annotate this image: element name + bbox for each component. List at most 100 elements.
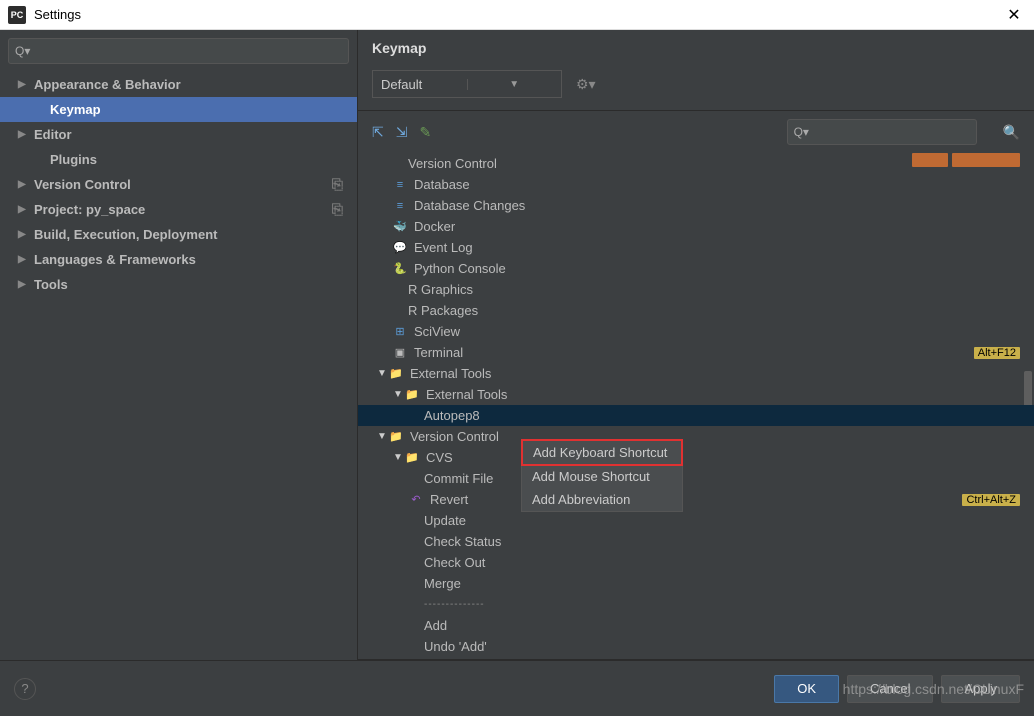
node-icon: ≡ xyxy=(392,198,408,214)
tree-node[interactable]: ↶ Revert Ctrl+Alt+Z xyxy=(358,489,1034,510)
node-label: Update xyxy=(424,513,466,528)
collapse-icon[interactable]: ⇲ xyxy=(396,124,408,141)
tree-node[interactable]: ▼📁Version Control xyxy=(358,426,1034,447)
sidebar-search[interactable]: Q▾ xyxy=(8,38,349,64)
close-icon[interactable]: ✕ xyxy=(1002,5,1026,25)
tree-node[interactable]: 🐍 Python Console xyxy=(358,258,1034,279)
main: Keymap Default ▼ ⚙▾ ⇱ ⇲ ✎ Q▾ 🔍 Version C… xyxy=(358,30,1034,660)
node-icon: 🐍 xyxy=(392,261,408,277)
tree-node[interactable]: ≡ Database xyxy=(358,174,1034,195)
node-label: R Packages xyxy=(408,303,478,318)
sidebar-item-label: Project: py_space xyxy=(34,202,332,217)
sidebar-item[interactable]: ▶ Editor xyxy=(0,122,357,147)
tree-node[interactable]: ▼📁CVS xyxy=(358,447,1034,468)
context-menu-item[interactable]: Add Keyboard Shortcut xyxy=(521,439,683,466)
node-label: -------------- xyxy=(424,599,485,610)
tree-node[interactable]: Undo 'Add' xyxy=(358,636,1034,657)
scheme-dropdown[interactable]: Default ▼ xyxy=(372,70,562,98)
node-label: Check Status xyxy=(424,534,501,549)
nav: ▶Appearance & Behavior Keymap ▶ Editor Plugi… xyxy=(0,72,357,660)
tree-node[interactable]: Check Status xyxy=(358,531,1034,552)
context-menu: Add Keyboard ShortcutAdd Mouse ShortcutA… xyxy=(521,439,683,512)
tree-node[interactable]: Commit File xyxy=(358,468,1034,489)
tree-node[interactable]: ▣TerminalAlt+F12 xyxy=(358,342,1034,363)
scope-icon: ⎘ xyxy=(332,176,343,193)
sidebar-item-label: Keymap xyxy=(50,102,349,117)
help-button[interactable]: ? xyxy=(14,678,36,700)
node-label: Docker xyxy=(414,219,455,234)
tree-node[interactable]: -------------- xyxy=(358,594,1034,615)
node-label: Terminal xyxy=(414,345,463,360)
sidebar-item[interactable]: ▶Tools xyxy=(0,272,357,297)
node-icon: ≡ xyxy=(392,177,408,193)
sidebar-item[interactable]: Keymap xyxy=(0,97,357,122)
window-title: Settings xyxy=(34,7,1002,22)
node-label: Version Control xyxy=(408,156,497,171)
node-label: Database Changes xyxy=(414,198,525,213)
node-label: External Tools xyxy=(410,366,491,381)
tree-node[interactable]: R Packages xyxy=(358,300,1034,321)
context-menu-item[interactable]: Add Mouse Shortcut xyxy=(522,465,682,488)
tree-node[interactable]: Version Control xyxy=(358,153,1034,174)
page-title: Keymap xyxy=(358,30,1034,64)
node-label: Autopep8 xyxy=(424,408,480,423)
expand-icon[interactable]: ⇱ xyxy=(372,124,384,141)
node-label: CVS xyxy=(426,450,453,465)
sidebar-item[interactable]: ▶ Project: py_space⎘ xyxy=(0,197,357,222)
node-label: Database xyxy=(414,177,470,192)
node-icon: 💬 xyxy=(392,240,408,256)
tree-node[interactable]: Merge xyxy=(358,573,1034,594)
gear-icon[interactable]: ⚙▾ xyxy=(576,76,596,93)
edit-icon[interactable]: ✎ xyxy=(419,124,431,141)
node-label: External Tools xyxy=(426,387,507,402)
content: Q▾ ▶Appearance & BehaviorKeymap▶EditorPl… xyxy=(0,30,1034,660)
tree-node[interactable]: 🐳Docker xyxy=(358,216,1034,237)
node-label: Commit File xyxy=(424,471,493,486)
node-icon: 📁 xyxy=(388,429,404,445)
sidebar-item-label: Editor xyxy=(34,127,349,142)
sidebar-item[interactable]: ▶Version Control⎘ xyxy=(0,172,357,197)
find-shortcut-icon[interactable]: 🔍 xyxy=(1003,124,1020,141)
node-label: Undo 'Add' xyxy=(424,639,487,654)
action-search[interactable]: Q▾ xyxy=(787,119,977,145)
node-label: Add xyxy=(424,618,447,633)
sidebar-item[interactable]: ▶Languages & Frameworks xyxy=(0,247,357,272)
arrow-icon: ▶ xyxy=(18,129,30,140)
ok-button[interactable]: OK xyxy=(774,675,839,703)
sidebar-item[interactable]: ▶Appearance & Behavior xyxy=(0,72,357,97)
node-label: SciView xyxy=(414,324,460,339)
sidebar-item-label: Plugins xyxy=(50,152,349,167)
node-label: R Graphics xyxy=(408,282,473,297)
arrow-icon: ▼ xyxy=(376,431,388,442)
tree-node[interactable]: ▼📁 External Tools xyxy=(358,363,1034,384)
sidebar: Q▾ ▶Appearance & Behavior Keymap ▶ Editor Pl… xyxy=(0,30,358,660)
tree-node[interactable]: R Graphics xyxy=(358,279,1034,300)
node-label: Python Console xyxy=(414,261,506,276)
scope-icon: ⎘ xyxy=(332,201,343,218)
action-search-input[interactable] xyxy=(809,125,970,139)
tree-node[interactable]: Autopep8 xyxy=(358,405,1034,426)
tree-node[interactable]: Add xyxy=(358,615,1034,636)
context-menu-item[interactable]: Add Abbreviation xyxy=(522,488,682,511)
tree-node[interactable]: 💬Event Log xyxy=(358,237,1034,258)
search-icon: Q▾ xyxy=(15,44,30,58)
sidebar-search-input[interactable] xyxy=(32,44,342,58)
arrow-icon: ▶ xyxy=(18,204,30,215)
node-icon: 📁 xyxy=(404,450,420,466)
scheme-value: Default xyxy=(373,77,467,92)
tree-node[interactable]: Update xyxy=(358,510,1034,531)
shortcut-badge: Ctrl+Alt+Z xyxy=(962,494,1020,506)
node-icon: 📁 xyxy=(388,366,404,382)
tree-node[interactable]: ≡ Database Changes xyxy=(358,195,1034,216)
sidebar-item[interactable]: ▶Build, Execution, Deployment xyxy=(0,222,357,247)
arrow-icon: ▼ xyxy=(376,368,388,379)
tree-node[interactable]: Check Out xyxy=(358,552,1034,573)
node-label: Revert xyxy=(430,492,468,507)
node-icon: ↶ xyxy=(408,492,424,508)
tree-node[interactable]: ▼📁External Tools xyxy=(358,384,1034,405)
tree-node[interactable]: ⊞SciView xyxy=(358,321,1034,342)
node-icon: 📁 xyxy=(404,387,420,403)
arrow-icon: ▶ xyxy=(18,179,30,190)
sidebar-item[interactable]: Plugins xyxy=(0,147,357,172)
chevron-down-icon[interactable]: ▼ xyxy=(467,79,562,90)
